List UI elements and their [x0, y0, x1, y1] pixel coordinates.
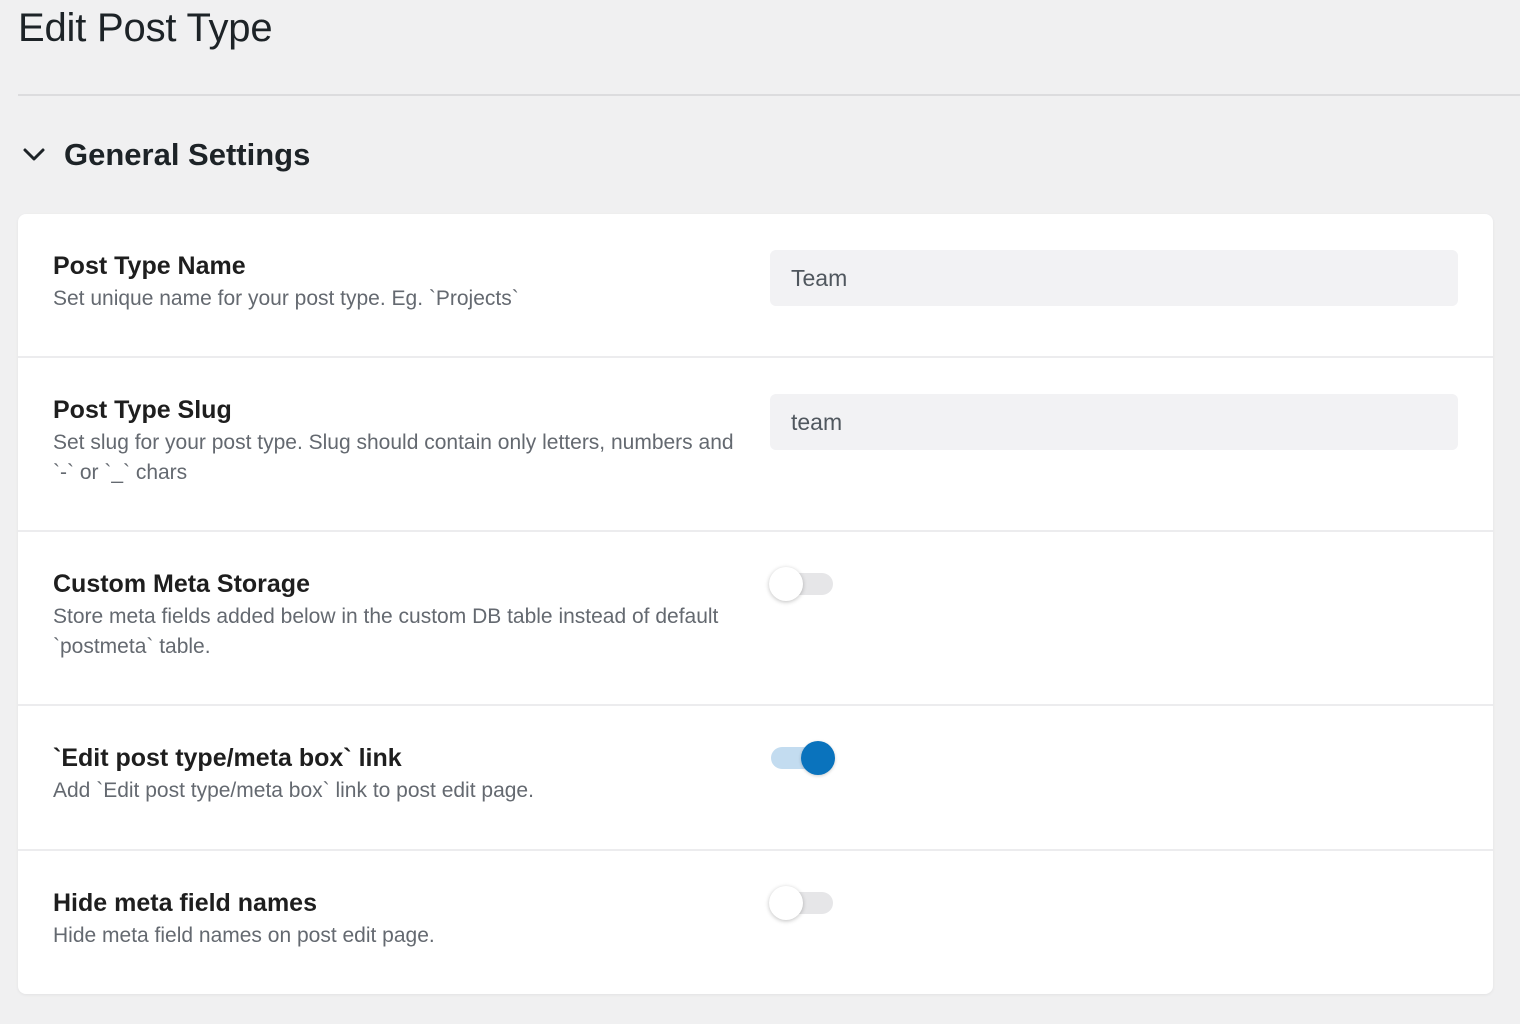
- setting-label: Post Type Slug: [53, 396, 232, 424]
- setting-label: Hide meta field names: [53, 889, 317, 917]
- general-settings-toggle[interactable]: General Settings: [20, 134, 310, 176]
- setting-description: Set slug for your post type. Slug should…: [53, 431, 734, 484]
- header-divider: [18, 94, 1520, 96]
- setting-description: Add `Edit post type/meta box` link to po…: [53, 779, 534, 802]
- setting-label: `Edit post type/meta box` link: [53, 744, 402, 772]
- setting-label: Custom Meta Storage: [53, 570, 310, 598]
- setting-row-post-type-name: Post Type Name Set unique name for your …: [18, 214, 1493, 358]
- edit-link-toggle[interactable]: [769, 741, 835, 775]
- chevron-down-icon: [20, 141, 48, 169]
- settings-card: Post Type Name Set unique name for your …: [18, 214, 1493, 994]
- setting-row-custom-meta-storage: Custom Meta Storage Store meta fields ad…: [18, 532, 1493, 706]
- toggle-knob: [801, 741, 835, 775]
- setting-row-post-type-slug: Post Type Slug Set slug for your post ty…: [18, 358, 1493, 532]
- page-title: Edit Post Type: [18, 6, 273, 50]
- hide-meta-field-names-toggle[interactable]: [769, 886, 835, 920]
- setting-description: Hide meta field names on post edit page.: [53, 924, 435, 947]
- toggle-knob: [769, 886, 803, 920]
- setting-description: Set unique name for your post type. Eg. …: [53, 287, 519, 310]
- setting-row-hide-meta-field-names: Hide meta field names Hide meta field na…: [18, 851, 1493, 994]
- setting-label: Post Type Name: [53, 252, 246, 280]
- post-type-name-input[interactable]: [770, 250, 1458, 306]
- toggle-knob: [769, 567, 803, 601]
- setting-description: Store meta fields added below in the cus…: [53, 605, 719, 658]
- setting-row-edit-link: `Edit post type/meta box` link Add `Edit…: [18, 706, 1493, 851]
- post-type-slug-input[interactable]: [770, 394, 1458, 450]
- custom-meta-storage-toggle[interactable]: [769, 567, 835, 601]
- section-title: General Settings: [64, 137, 311, 172]
